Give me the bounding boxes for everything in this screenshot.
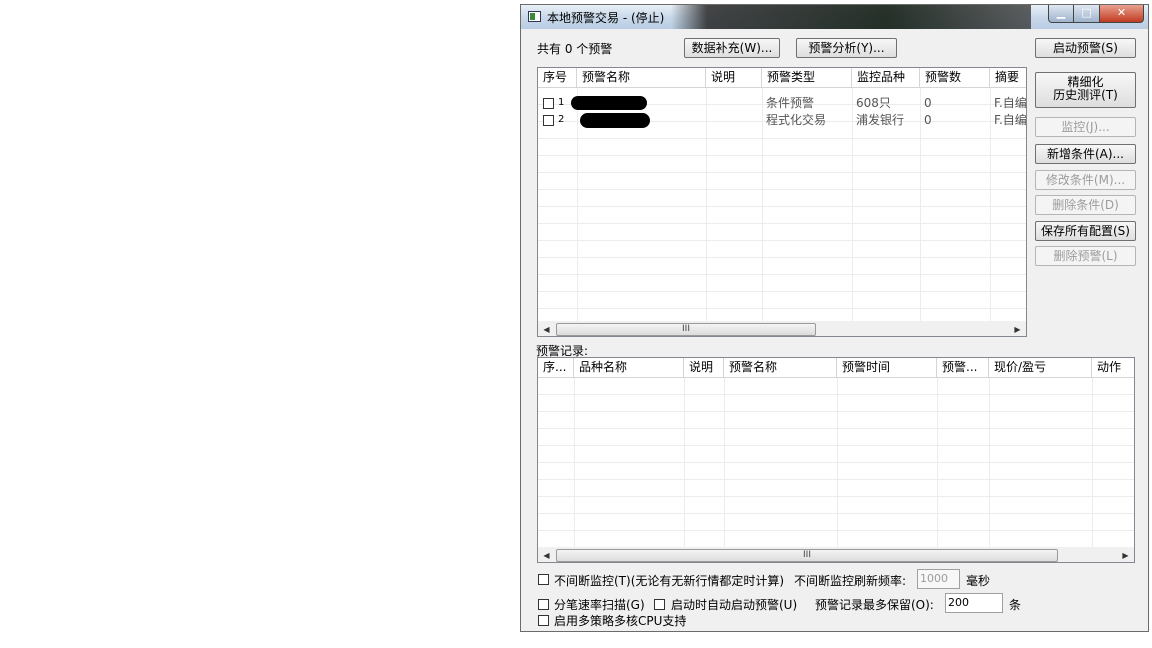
col-description[interactable]: 说明 (706, 68, 762, 87)
delete-condition-button[interactable]: 删除条件(D) (1035, 195, 1136, 215)
records-table[interactable]: 序... 品种名称 说明 预警名称 预警时间 预警... 现价/盈亏 动作 ◀ … (537, 357, 1135, 563)
refined-backtest-line1: 精细化 (1067, 75, 1104, 89)
records-table-header: 序... 品种名称 说明 预警名称 预警时间 预警... 现价/盈亏 动作 (538, 358, 1134, 378)
window-title: 本地预警交易 - (停止) (547, 11, 665, 25)
refined-backtest-line2: 历史测评(T) (1053, 88, 1118, 102)
refined-backtest-button[interactable]: 精细化 历史测评(T) (1035, 72, 1136, 108)
row-type: 条件预警 (766, 96, 815, 110)
maximize-icon: □ (1081, 6, 1092, 19)
maximize-button[interactable]: □ (1074, 5, 1100, 23)
alerts-horizontal-scrollbar[interactable]: ◀ III ▶ (538, 321, 1026, 336)
redacted-name (571, 96, 647, 110)
tick-scan-label: 分笔速率扫描(G) (554, 598, 645, 612)
delete-alert-button[interactable]: 删除预警(L) (1035, 246, 1136, 266)
records-horizontal-scrollbar[interactable]: ◀ III ▶ (538, 547, 1134, 562)
row-checkbox[interactable] (543, 98, 554, 109)
scroll-left-icon[interactable]: ◀ (538, 321, 555, 336)
data-fill-button[interactable]: 数据补充(W)... (684, 38, 780, 58)
row-summary: F.自编 (994, 96, 1026, 110)
row-checkbox[interactable] (543, 115, 554, 126)
col-rec-price-pnl[interactable]: 现价/盈亏 (989, 358, 1092, 377)
refresh-rate-label: 不间断监控刷新频率: (794, 574, 907, 588)
col-index[interactable]: 序号 (538, 68, 577, 87)
auto-start-checkbox[interactable] (654, 599, 665, 610)
keep-records-label: 预警记录最多保留(O): (815, 598, 934, 612)
table-row[interactable]: 2 程式化交易 浦发银行 0 F.自编 (538, 112, 1026, 128)
row-instrument: 608只 (856, 96, 891, 110)
multicore-label: 启用多策略多核CPU支持 (554, 614, 687, 628)
tick-scan-checkbox[interactable] (538, 599, 549, 610)
keep-records-input[interactable]: 200 (945, 593, 1003, 613)
row-type: 程式化交易 (766, 113, 827, 127)
scroll-left-icon[interactable]: ◀ (538, 547, 555, 562)
multicore-checkbox[interactable] (538, 615, 549, 626)
title-bar-background (671, 5, 1031, 29)
col-rec-alert-extra[interactable]: 预警... (937, 358, 989, 377)
continuous-monitor-label: 不间断监控(T)(无论有无新行情都定时计算) (554, 574, 785, 588)
col-alert-type[interactable]: 预警类型 (762, 68, 852, 87)
grid-column-line (574, 378, 575, 547)
minimize-button[interactable]: ▁ (1048, 5, 1074, 23)
alerts-table[interactable]: 序号 预警名称 说明 预警类型 监控品种 预警数 摘要 1 条件预警 608只 … (537, 67, 1027, 337)
col-rec-alert-time[interactable]: 预警时间 (837, 358, 937, 377)
records-grid (538, 378, 1134, 547)
scroll-right-icon[interactable]: ▶ (1117, 547, 1134, 562)
col-rec-action[interactable]: 动作 (1092, 358, 1134, 377)
auto-start-label: 启动时自动启动预警(U) (671, 598, 798, 612)
col-rec-description[interactable]: 说明 (684, 358, 724, 377)
close-icon: ✕ (1116, 6, 1127, 19)
title-bar[interactable]: 本地预警交易 - (停止) ▁ □ ✕ (521, 5, 1148, 29)
caption-buttons: ▁ □ ✕ (1048, 5, 1144, 24)
row-index: 2 (558, 114, 565, 125)
local-alert-trading-window: 本地预警交易 - (停止) ▁ □ ✕ 共有 0 个预警 数据补充(W)... … (520, 4, 1149, 632)
modify-condition-button[interactable]: 修改条件(M)... (1035, 170, 1136, 190)
col-alert-name[interactable]: 预警名称 (577, 68, 706, 87)
minimize-icon: ▁ (1056, 6, 1066, 19)
grid-column-line (724, 378, 725, 547)
alert-count-label: 共有 0 个预警 (537, 42, 613, 56)
col-rec-instrument[interactable]: 品种名称 (574, 358, 684, 377)
alerts-table-header: 序号 预警名称 说明 预警类型 监控品种 预警数 摘要 (538, 68, 1026, 88)
alert-analysis-button[interactable]: 预警分析(Y)... (796, 38, 897, 58)
app-icon (528, 11, 541, 22)
col-rec-alert-name[interactable]: 预警名称 (724, 358, 837, 377)
keep-records-unit: 条 (1009, 598, 1022, 612)
table-row[interactable]: 1 条件预警 608只 0 F.自编 (538, 95, 1026, 111)
scroll-thumb[interactable]: III (556, 323, 816, 336)
redacted-name (580, 113, 650, 128)
row-count: 0 (924, 113, 932, 127)
close-button[interactable]: ✕ (1100, 5, 1144, 23)
refresh-rate-unit: 毫秒 (966, 574, 991, 588)
start-alert-button[interactable]: 启动预警(S) (1035, 38, 1136, 58)
grid-column-line (684, 378, 685, 547)
col-rec-index[interactable]: 序... (538, 358, 574, 377)
scroll-right-icon[interactable]: ▶ (1009, 321, 1026, 336)
save-all-config-button[interactable]: 保存所有配置(S) (1035, 221, 1136, 241)
grid-column-line (937, 378, 938, 547)
col-summary[interactable]: 摘要 (990, 68, 1026, 87)
col-instrument[interactable]: 监控品种 (852, 68, 920, 87)
add-condition-button[interactable]: 新增条件(A)... (1035, 144, 1136, 164)
scroll-thumb[interactable]: III (556, 549, 1058, 562)
row-instrument: 浦发银行 (856, 113, 905, 127)
row-count: 0 (924, 96, 932, 110)
grid-column-line (837, 378, 838, 547)
monitor-button[interactable]: 监控(J)... (1035, 117, 1136, 137)
col-alert-count[interactable]: 预警数 (920, 68, 990, 87)
continuous-monitor-checkbox[interactable] (538, 574, 549, 585)
row-summary: F.自编 (994, 113, 1026, 127)
row-index: 1 (558, 97, 565, 108)
refresh-rate-input[interactable]: 1000 (917, 569, 960, 589)
grid-column-line (989, 378, 990, 547)
grid-column-line (1092, 378, 1093, 547)
